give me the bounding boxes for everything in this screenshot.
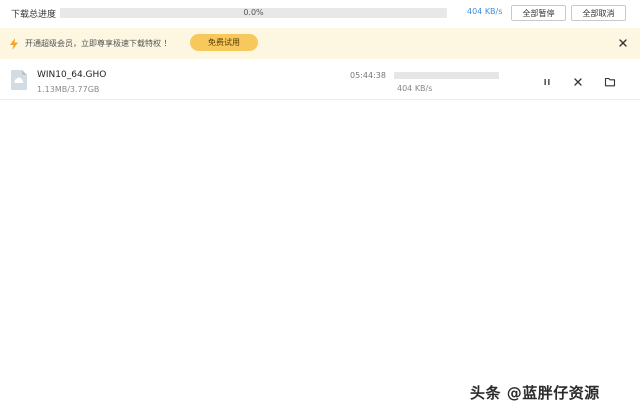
- download-row[interactable]: WIN10_64.GHO 1.13MB/3.77GB 05:44:38 404 …: [0, 61, 640, 100]
- promo-text: 开通超级会员，立即尊享极速下载特权 ！: [25, 39, 172, 48]
- pause-icon[interactable]: [541, 73, 553, 85]
- download-toolbar: 下载总进度 0.0% 404 KB/s 全部暂停 全部取消: [0, 0, 640, 26]
- total-speed: 404 KB/s: [467, 7, 503, 16]
- pause-all-button[interactable]: 全部暂停: [511, 5, 566, 21]
- watermark-text: 头条 @蓝胖仔资源: [470, 384, 600, 402]
- total-progress-percent: 0.0%: [243, 8, 264, 17]
- time-remaining: 05:44:38: [350, 71, 386, 80]
- close-icon[interactable]: [617, 37, 629, 49]
- delete-icon[interactable]: [572, 73, 584, 86]
- total-progress-bar: 0.0%: [60, 8, 447, 18]
- file-name: WIN10_64.GHO: [37, 70, 107, 80]
- free-trial-button[interactable]: 免费试用: [190, 34, 258, 51]
- total-progress-label: 下载总进度: [11, 10, 57, 20]
- vip-promo-banner: 开通超级会员，立即尊享极速下载特权 ！ 免费试用: [0, 28, 640, 59]
- file-icon: [11, 70, 27, 90]
- watermark: 头条 @蓝胖仔资源: [0, 376, 640, 412]
- file-progress-bar: [394, 72, 499, 79]
- download-manager-window: 下载总进度 0.0% 404 KB/s 全部暂停 全部取消 开通超级会员，立即尊…: [0, 0, 640, 413]
- lightning-icon: [10, 38, 18, 50]
- folder-icon[interactable]: [604, 73, 616, 87]
- cancel-all-button[interactable]: 全部取消: [571, 5, 626, 21]
- file-speed: 404 KB/s: [397, 84, 433, 93]
- file-size: 1.13MB/3.77GB: [37, 85, 100, 94]
